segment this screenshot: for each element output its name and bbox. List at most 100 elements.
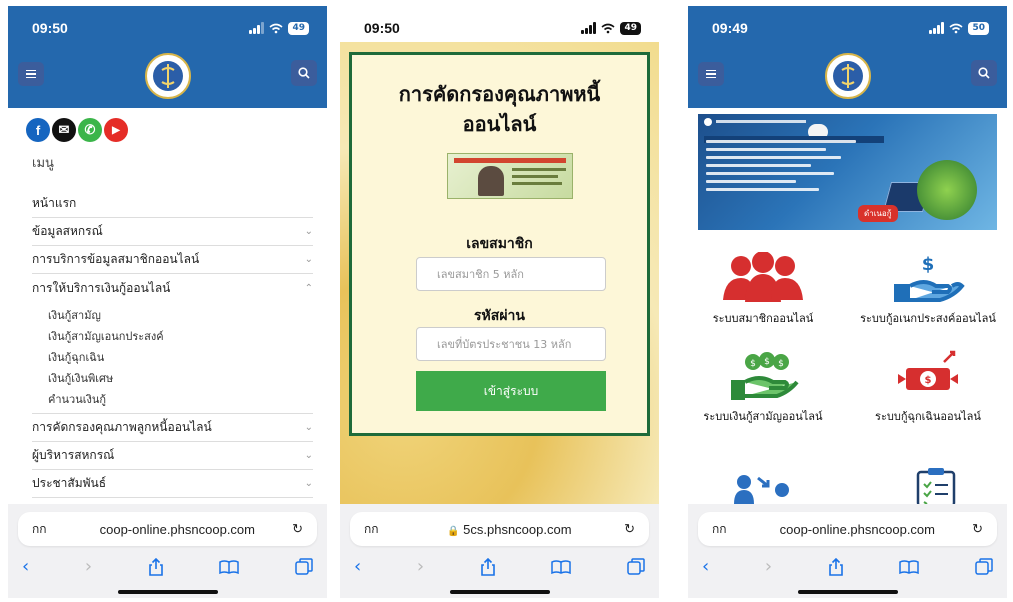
url-text: coop-online.phsncoop.com bbox=[99, 521, 255, 537]
address-bar[interactable]: กก 🔒 5cs.phsncoop.com ↻ bbox=[350, 512, 649, 546]
email-icon[interactable]: ✉ bbox=[52, 118, 76, 142]
submenu-item[interactable]: เงินกู้เงินพิเศษ bbox=[32, 367, 313, 388]
address-bar[interactable]: กก coop-online.phsncoop.com ↻ bbox=[18, 512, 317, 546]
reload-icon[interactable]: ↻ bbox=[292, 521, 303, 537]
password-label: รหัสผ่าน bbox=[474, 308, 525, 324]
member-id-input[interactable]: เลขสมาชิก 5 หลัก bbox=[416, 257, 606, 291]
svg-text:$: $ bbox=[750, 359, 756, 369]
status-time: 09:50 bbox=[32, 20, 68, 36]
money-bags-icon: $ $ $ bbox=[731, 352, 799, 400]
share-icon[interactable] bbox=[480, 557, 496, 576]
social-links: f ✉ ✆ ▶ bbox=[26, 118, 128, 142]
reader-button[interactable]: กก bbox=[364, 520, 379, 539]
forward-icon[interactable]: › bbox=[85, 556, 92, 577]
status-time: 09:50 bbox=[364, 20, 400, 36]
site-header bbox=[8, 50, 327, 108]
service-ordinary-loan[interactable]: $ $ $ ระบบเงินกู้สามัญออนไลน์ bbox=[688, 350, 838, 423]
youtube-icon[interactable]: ▶ bbox=[104, 118, 128, 142]
url-text: coop-online.phsncoop.com bbox=[779, 521, 935, 537]
emergency-money-icon: $ bbox=[898, 350, 958, 390]
status-bar: 09:50 49 bbox=[8, 6, 327, 50]
browser-nav: ‹ › bbox=[22, 556, 313, 577]
search-button[interactable] bbox=[971, 60, 997, 86]
menu-item-coop-info[interactable]: ข้อมูลสหกรณ์ ⌄ bbox=[32, 218, 313, 246]
menu-item-pr[interactable]: ประชาสัมพันธ์ ⌄ bbox=[32, 470, 313, 498]
address-bar[interactable]: กก coop-online.phsncoop.com ↻ bbox=[698, 512, 997, 546]
signal-icon bbox=[249, 22, 265, 34]
service-label: ระบบกู้ฉุกเฉินออนไลน์ bbox=[875, 410, 981, 423]
service-members[interactable]: ระบบสมาชิกออนไลน์ bbox=[688, 251, 838, 325]
title-line: การคัดกรองคุณภาพหนี้ bbox=[398, 82, 601, 106]
login-card: การคัดกรองคุณภาพหนี้ ออนไลน์ เลขสมาชิก เ… bbox=[349, 52, 650, 436]
announcement-banner[interactable]: ดำเนอกู้ bbox=[698, 114, 997, 230]
bookmarks-icon[interactable] bbox=[899, 559, 920, 574]
wifi-icon bbox=[949, 23, 963, 33]
hamburger-menu-button[interactable] bbox=[698, 62, 724, 86]
signal-icon bbox=[929, 22, 945, 34]
menu-item-label: ผู้บริหารสหกรณ์ bbox=[32, 448, 115, 462]
tabs-icon[interactable] bbox=[627, 557, 645, 576]
share-icon[interactable] bbox=[148, 557, 164, 576]
menu-item-label: การให้บริการเงินกู้ออนไลน์ bbox=[32, 280, 171, 295]
menu-item-label: ประชาสัมพันธ์ bbox=[32, 476, 107, 490]
submenu-item[interactable]: เงินกู้สามัญเอนกประสงค์ bbox=[32, 325, 313, 346]
back-icon[interactable]: ‹ bbox=[354, 556, 361, 577]
share-icon[interactable] bbox=[828, 557, 844, 576]
svg-text:$: $ bbox=[764, 357, 770, 367]
password-input[interactable]: เลขที่บัตรประชาชน 13 หลัก bbox=[416, 327, 606, 361]
checklist-icon[interactable] bbox=[914, 466, 958, 506]
reader-button[interactable]: กก bbox=[32, 520, 47, 539]
status-bar: 09:49 50 bbox=[688, 6, 1007, 50]
browser-nav: ‹ › bbox=[702, 556, 993, 577]
menu-item-executives[interactable]: ผู้บริหารสหกรณ์ ⌄ bbox=[32, 442, 313, 470]
page-title: การคัดกรองคุณภาพหนี้ ออนไลน์ bbox=[352, 79, 647, 139]
svg-text:$: $ bbox=[922, 254, 935, 275]
submenu-item[interactable]: เงินกู้สามัญ bbox=[32, 304, 313, 325]
system-icons: 49 bbox=[249, 21, 309, 35]
reader-button[interactable]: กก bbox=[712, 520, 727, 539]
system-icons: 50 bbox=[929, 21, 989, 35]
service-label: ระบบเงินกู้สามัญออนไลน์ bbox=[703, 410, 823, 423]
facebook-icon[interactable]: f bbox=[26, 118, 50, 142]
back-icon[interactable]: ‹ bbox=[702, 556, 709, 577]
forward-icon[interactable]: › bbox=[765, 556, 772, 577]
people-transfer-icon[interactable] bbox=[734, 472, 794, 504]
forward-icon[interactable]: › bbox=[417, 556, 424, 577]
submenu-item[interactable]: เงินกู้ฉุกเฉิน bbox=[32, 346, 313, 367]
submenu-item[interactable]: คำนวนเงินกู้ bbox=[32, 388, 313, 409]
service-label: ระบบกู้อเนกประสงค์ออนไลน์ bbox=[860, 312, 996, 325]
status-time: 09:49 bbox=[712, 20, 748, 36]
back-icon[interactable]: ‹ bbox=[22, 556, 29, 577]
tabs-icon[interactable] bbox=[295, 557, 313, 576]
phone-icon[interactable]: ✆ bbox=[78, 118, 102, 142]
service-multipurpose-loan[interactable]: $ ระบบกู้อเนกประสงค์ออนไลน์ bbox=[853, 252, 1003, 325]
bookmarks-icon[interactable] bbox=[219, 559, 240, 574]
menu-item-loan-service[interactable]: การให้บริการเงินกู้ออนไลน์ ⌃ bbox=[32, 274, 313, 302]
tabs-icon[interactable] bbox=[975, 557, 993, 576]
login-button[interactable]: เข้าสู่ระบบ bbox=[416, 371, 606, 411]
chevron-down-icon: ⌄ bbox=[304, 226, 313, 237]
menu-item-debt-screening[interactable]: การคัดกรองคุณภาพลูกหนี้ออนไลน์ ⌄ bbox=[32, 414, 313, 442]
banner-tag: ดำเนอกู้ bbox=[858, 205, 898, 222]
hamburger-menu-button[interactable] bbox=[18, 62, 44, 86]
menu-item-home[interactable]: หน้าแรก bbox=[32, 190, 313, 218]
menu-item-member-service[interactable]: การบริการข้อมูลสมาชิกออนไลน์ ⌄ bbox=[32, 246, 313, 274]
battery-icon: 49 bbox=[288, 21, 309, 35]
home-indicator bbox=[797, 590, 898, 594]
site-header bbox=[688, 50, 1007, 108]
search-button[interactable] bbox=[291, 60, 317, 86]
menu-item-label: ข้อมูลสหกรณ์ bbox=[32, 224, 103, 238]
browser-toolbar: กก 🔒 5cs.phsncoop.com ↻ ‹ › bbox=[340, 504, 659, 598]
chevron-down-icon: ⌄ bbox=[304, 478, 313, 489]
url-text: 🔒 5cs.phsncoop.com bbox=[395, 522, 625, 537]
battery-icon: 49 bbox=[620, 21, 641, 35]
bookmarks-icon[interactable] bbox=[551, 559, 572, 574]
browser-toolbar: กก coop-online.phsncoop.com ↻ ‹ › bbox=[688, 504, 1007, 598]
reload-icon[interactable]: ↻ bbox=[972, 521, 983, 537]
service-label: ระบบสมาชิกออนไลน์ bbox=[712, 312, 814, 325]
promo-image bbox=[447, 153, 573, 199]
phone-services-screen: 09:49 50 ดำเนอกู้ ระบบสมาชิกออนไลน์ $ ระ… bbox=[688, 6, 1007, 598]
reload-icon[interactable]: ↻ bbox=[624, 521, 635, 537]
service-emergency-loan[interactable]: $ ระบบกู้ฉุกเฉินออนไลน์ bbox=[853, 350, 1003, 423]
search-icon bbox=[298, 67, 310, 79]
